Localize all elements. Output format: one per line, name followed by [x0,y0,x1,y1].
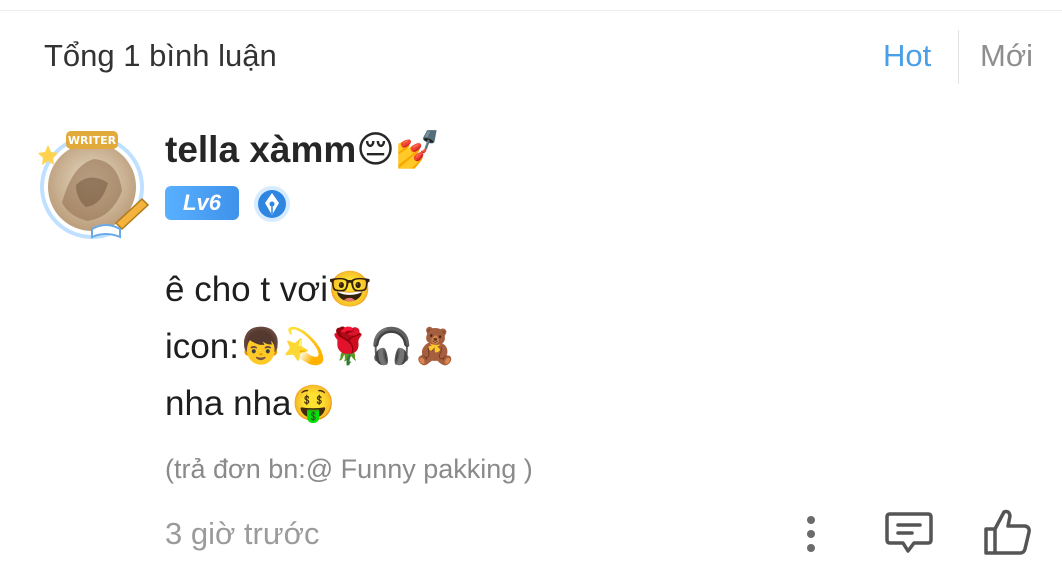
level-badge: Lv6 [165,186,239,220]
comment-content: ê cho t vơi🤓 icon:👦💫🌹🎧🧸 nha nha🤑 [165,266,457,437]
username-text: tella xàmm [165,129,357,170]
content-line-emojis: 🤑 [291,384,336,424]
sort-tab-new[interactable]: Mới [980,38,1033,74]
content-line: nha nha🤑 [165,380,457,437]
pen-nib-icon [253,185,291,223]
content-line-emojis: 👦💫🌹🎧🧸 [238,327,457,367]
content-line: ê cho t vơi🤓 [165,266,457,323]
sort-tab-divider [958,30,959,84]
content-line: icon:👦💫🌹🎧🧸 [165,323,457,380]
comment-icon[interactable] [884,510,934,556]
more-vertical-icon[interactable] [796,512,826,556]
username-emojis: 😔💅 [356,128,441,171]
comment-count-title: Tổng 1 bình luận [44,38,277,73]
timestamp: 3 giờ trước [165,516,320,551]
avatar[interactable]: WRITER [32,125,152,243]
username[interactable]: tella xàmm😔💅 [165,128,441,172]
comments-header: Tổng 1 bình luận Hot Mới [0,0,1062,110]
content-line-emojis: 🤓 [328,270,372,310]
reply-note: (trả đơn bn:@ Funny pakking ) [165,454,533,484]
content-line-text: ê cho t vơi [165,270,329,309]
content-line-text: nha nha [165,384,292,423]
content-line-text: icon: [165,327,239,366]
thumbs-up-icon[interactable] [982,507,1034,557]
sort-tab-hot[interactable]: Hot [883,38,931,74]
avatar-badge-text: WRITER [68,134,117,147]
